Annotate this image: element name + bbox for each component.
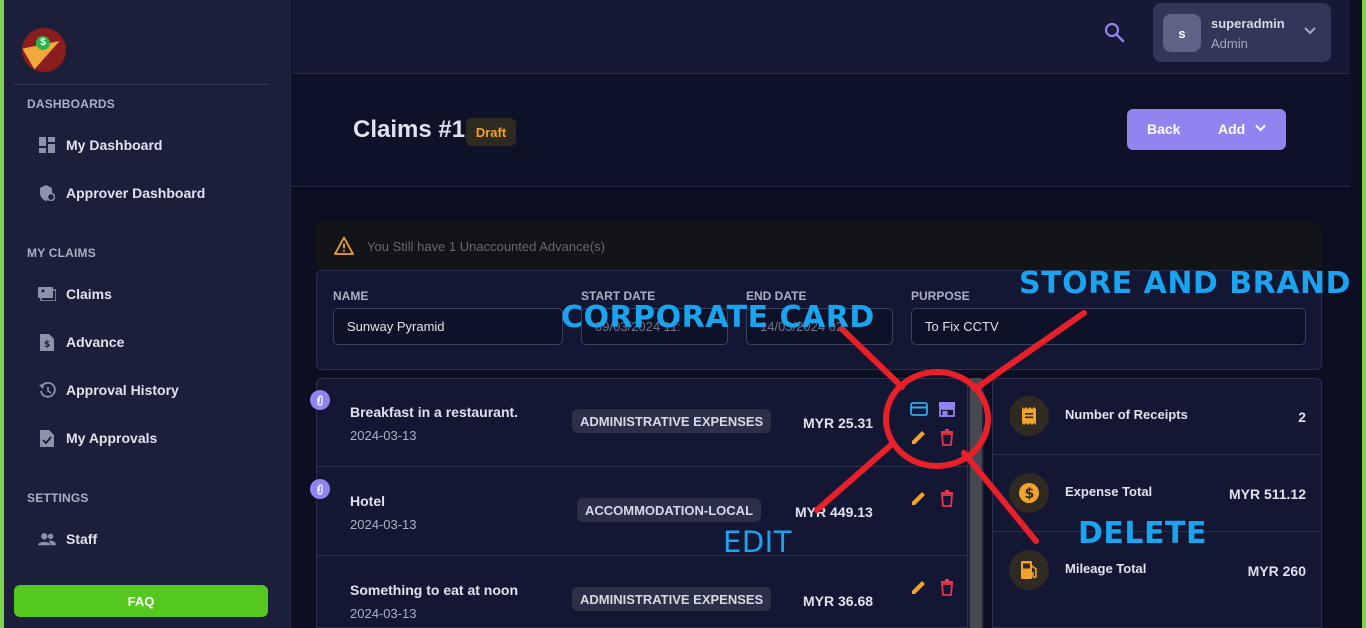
add-button-label: Add — [1218, 121, 1246, 137]
dashboard-icon — [38, 136, 56, 154]
sidebar-item-claims[interactable]: Claims — [38, 282, 112, 306]
expense-title: Something to eat at noon — [350, 582, 518, 598]
category-badge: ADMINISTRATIVE EXPENSES — [572, 409, 772, 433]
delete-icon[interactable] — [938, 578, 956, 596]
name-label: NAME — [333, 289, 369, 303]
expense-date: 2024-03-13 — [350, 428, 417, 443]
edit-icon[interactable] — [910, 578, 928, 596]
purpose-field[interactable]: To Fix CCTV — [911, 308, 1306, 345]
summary-row: Number of Receipts 2 — [992, 378, 1322, 455]
annotation-store-and-brand: STORE AND BRAND — [1019, 266, 1351, 301]
edit-icon[interactable] — [910, 428, 928, 446]
expense-title: Hotel — [350, 493, 385, 509]
user-role: Admin — [1211, 36, 1248, 51]
category-badge: ADMINISTRATIVE EXPENSES — [572, 587, 772, 611]
summary-value: MYR 260 — [1247, 563, 1306, 579]
svg-text:$: $ — [44, 340, 50, 350]
header-button-group: Back Add — [1127, 109, 1286, 150]
summary-label: Expense Total — [1065, 484, 1153, 499]
delete-icon[interactable] — [938, 428, 956, 446]
sidebar-item-my-dashboard[interactable]: My Dashboard — [38, 133, 162, 157]
chevron-down-icon — [1255, 123, 1266, 135]
history-icon — [38, 381, 56, 399]
expense-amount: MYR 36.68 — [803, 593, 874, 609]
table-row[interactable]: Something to eat at noon 2024-03-13 ADMI… — [316, 556, 968, 628]
faq-button[interactable]: FAQ — [14, 585, 268, 617]
user-name: superadmin — [1211, 16, 1285, 31]
sidebar-item-label: Approval History — [66, 382, 179, 398]
sidebar-item-advance[interactable]: $ Advance — [38, 330, 124, 354]
dollar-icon: $ — [1009, 473, 1049, 513]
delete-icon[interactable] — [938, 489, 956, 507]
dollar-doc-icon: $ — [38, 333, 56, 351]
sidebar-divider — [14, 84, 268, 85]
summary-label: Mileage Total — [1065, 561, 1147, 576]
edit-icon[interactable] — [910, 489, 928, 507]
table-row[interactable]: Breakfast in a restaurant. 2024-03-13 AD… — [310, 378, 968, 467]
image-icon — [38, 285, 56, 303]
status-badge: Draft — [466, 118, 516, 146]
avatar: s — [1163, 14, 1201, 52]
annotation-edit: EDIT — [723, 525, 792, 559]
expense-title: Breakfast in a restaurant. — [350, 404, 519, 420]
sidebar-item-approver-dashboard[interactable]: Approver Dashboard — [38, 181, 205, 205]
expense-date: 2024-03-13 — [350, 606, 417, 621]
chevron-down-icon — [1303, 23, 1317, 39]
annotation-corporate-card: CORPORATE CARD — [561, 300, 875, 335]
attachment-icon[interactable] — [310, 390, 330, 410]
expense-amount: MYR 449.13 — [795, 504, 873, 520]
expense-date: 2024-03-13 — [350, 517, 417, 532]
right-edge-strip — [1362, 0, 1366, 628]
receipt-icon — [1009, 396, 1049, 436]
svg-text:$: $ — [1025, 486, 1035, 502]
page-title: Claims #1 — [353, 116, 466, 143]
sidebar-item-label: Approver Dashboard — [66, 185, 206, 201]
search-icon[interactable] — [1104, 22, 1126, 44]
summary-label: Number of Receipts — [1065, 407, 1188, 422]
sidebar-item-label: Advance — [66, 334, 125, 350]
attachment-icon[interactable] — [310, 479, 330, 499]
check-doc-icon — [38, 429, 56, 447]
warning-icon — [334, 236, 354, 256]
sidebar-item-staff[interactable]: Staff — [38, 527, 97, 551]
sidebar-section-dashboards: DASHBOARDS — [27, 97, 116, 111]
sidebar-item-my-approvals[interactable]: My Approvals — [38, 426, 157, 450]
back-button[interactable]: Back — [1147, 121, 1180, 137]
sidebar-section-my-claims: MY CLAIMS — [27, 246, 96, 260]
summary-value: MYR 511.12 — [1228, 486, 1306, 502]
sidebar-item-label: My Approvals — [66, 430, 158, 446]
sidebar-item-label: Staff — [66, 531, 98, 547]
sidebar-section-settings: SETTINGS — [27, 491, 89, 505]
purpose-label: PURPOSE — [911, 289, 970, 303]
category-badge: ACCOMMODATION-LOCAL — [577, 498, 762, 522]
credit-card-icon[interactable] — [910, 400, 928, 418]
user-menu[interactable]: s superadmin Admin — [1153, 3, 1331, 62]
store-icon[interactable] — [938, 400, 956, 418]
people-icon — [38, 530, 56, 548]
add-button[interactable]: Add — [1218, 121, 1266, 137]
list-scrollbar-thumb[interactable] — [970, 378, 982, 628]
name-field[interactable]: Sunway Pyramid — [333, 308, 563, 345]
advance-warning-alert: You Still have 1 Unaccounted Advance(s) — [316, 222, 1322, 270]
shield-gear-icon — [38, 184, 56, 202]
app-logo[interactable]: $ — [22, 28, 66, 72]
table-row[interactable]: Hotel 2024-03-13 ACCOMMODATION-LOCAL MYR… — [310, 467, 968, 556]
sidebar-item-label: Claims — [66, 286, 112, 302]
sidebar-item-approval-history[interactable]: Approval History — [38, 378, 179, 402]
annotation-delete: DELETE — [1078, 516, 1207, 551]
fuel-icon — [1009, 550, 1049, 590]
alert-text: You Still have 1 Unaccounted Advance(s) — [367, 239, 606, 254]
sidebar-item-label: My Dashboard — [66, 137, 163, 153]
summary-value: 2 — [1298, 409, 1306, 425]
expense-amount: MYR 25.31 — [803, 415, 874, 431]
